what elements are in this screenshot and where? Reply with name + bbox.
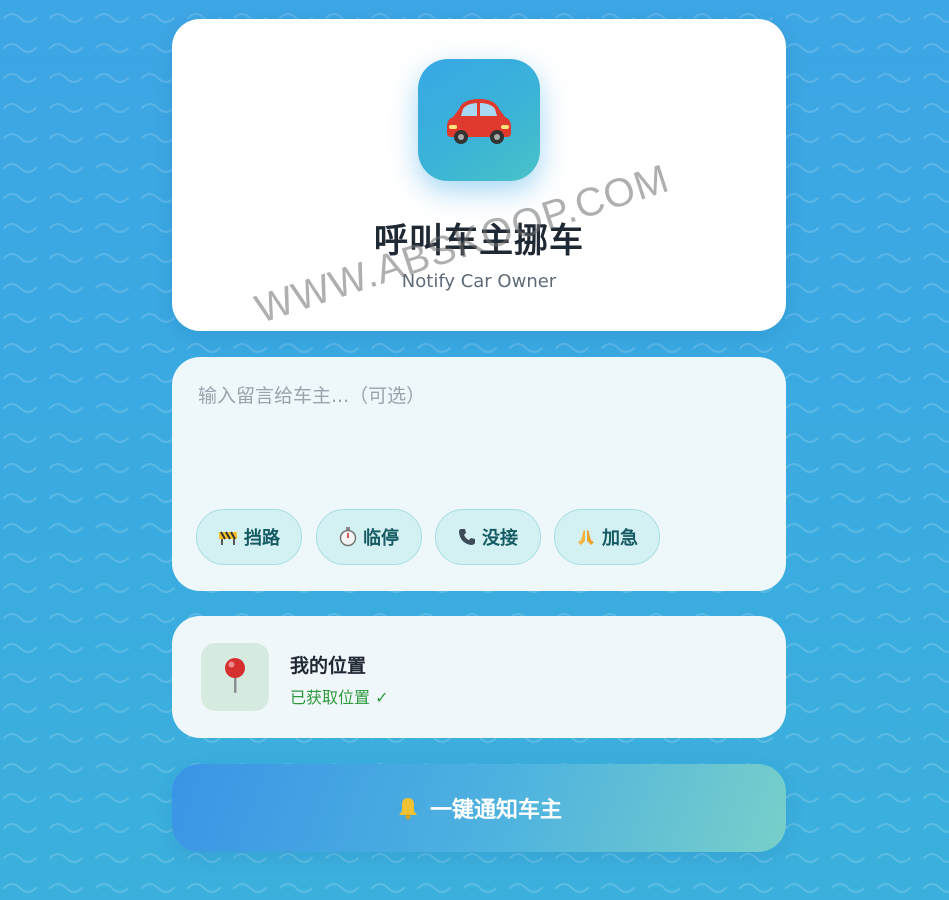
chip-label: 加急 [602, 528, 638, 549]
bell-icon [396, 796, 420, 820]
page-title: 呼叫车主挪车 [374, 221, 584, 261]
chip-label: 挡路 [244, 528, 280, 549]
stopwatch-icon [339, 527, 357, 547]
message-card: 挡路 临停 没接 [172, 357, 786, 591]
chip-temporary-stop[interactable]: 临停 [316, 509, 422, 565]
praying-hands-icon [576, 528, 596, 546]
notify-button-label: 一键通知车主 [429, 798, 562, 823]
location-status: 已获取位置 ✓ [290, 688, 389, 707]
header-card: 呼叫车主挪车 Notify Car Owner [172, 19, 786, 331]
telephone-icon [458, 528, 476, 546]
page-subtitle: Notify Car Owner [401, 271, 557, 292]
chip-label: 没接 [482, 528, 518, 549]
chip-urgent[interactable]: 加急 [554, 509, 660, 565]
location-icon-box [201, 643, 269, 711]
notify-owner-button[interactable]: 一键通知车主 [172, 764, 786, 852]
location-card[interactable]: 我的位置 已获取位置 ✓ [172, 616, 786, 738]
chip-no-answer[interactable]: 没接 [435, 509, 541, 565]
app-icon [418, 59, 540, 181]
chip-label: 临停 [363, 528, 399, 549]
red-car-icon [447, 99, 511, 144]
pushpin-icon [225, 658, 245, 693]
message-input[interactable] [198, 381, 758, 501]
construction-barrier-icon [218, 528, 238, 546]
chip-blocking[interactable]: 挡路 [196, 509, 302, 565]
location-title: 我的位置 [290, 655, 367, 677]
